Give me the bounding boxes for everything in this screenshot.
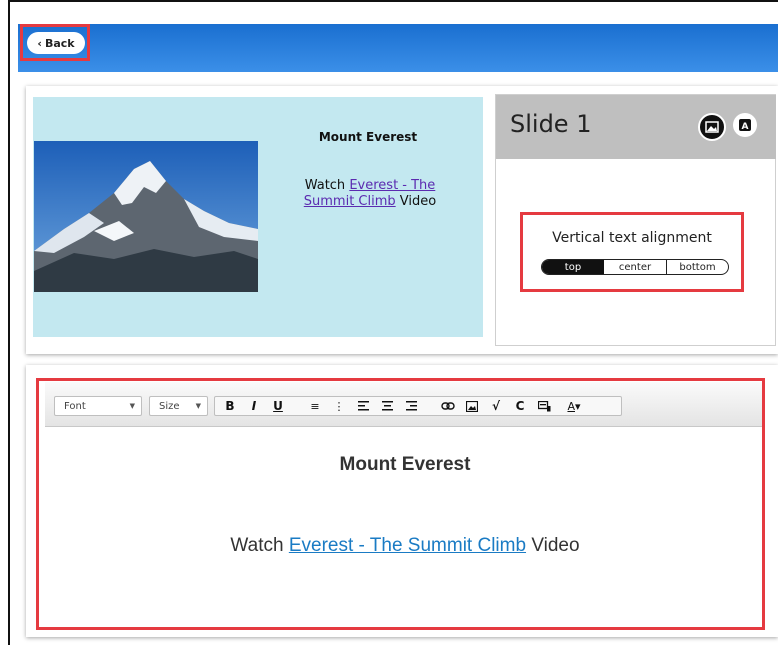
alignment-option-top[interactable]: top xyxy=(542,260,604,274)
preview-title: Mount Everest xyxy=(318,130,418,144)
preview-watch-prefix: Watch xyxy=(304,178,346,193)
preview-body: Watch Everest - The Summit Climb Video xyxy=(286,178,454,210)
slide-title: Slide 1 xyxy=(510,110,592,138)
preview-watch-suffix: Video xyxy=(399,194,437,209)
text-icon[interactable]: A xyxy=(733,113,757,137)
mountain-image xyxy=(34,141,258,292)
top-bar xyxy=(18,24,778,72)
alignment-option-center[interactable]: center xyxy=(604,260,667,274)
editor-highlight xyxy=(36,378,765,630)
image-icon[interactable] xyxy=(698,113,726,141)
alignment-option-bottom[interactable]: bottom xyxy=(667,260,728,274)
back-highlight xyxy=(20,24,90,61)
vertical-alignment-control[interactable]: top center bottom xyxy=(541,259,729,275)
svg-text:A: A xyxy=(742,122,749,132)
vertical-alignment-highlight xyxy=(520,212,744,292)
vertical-alignment-label: Vertical text alignment xyxy=(552,230,712,246)
